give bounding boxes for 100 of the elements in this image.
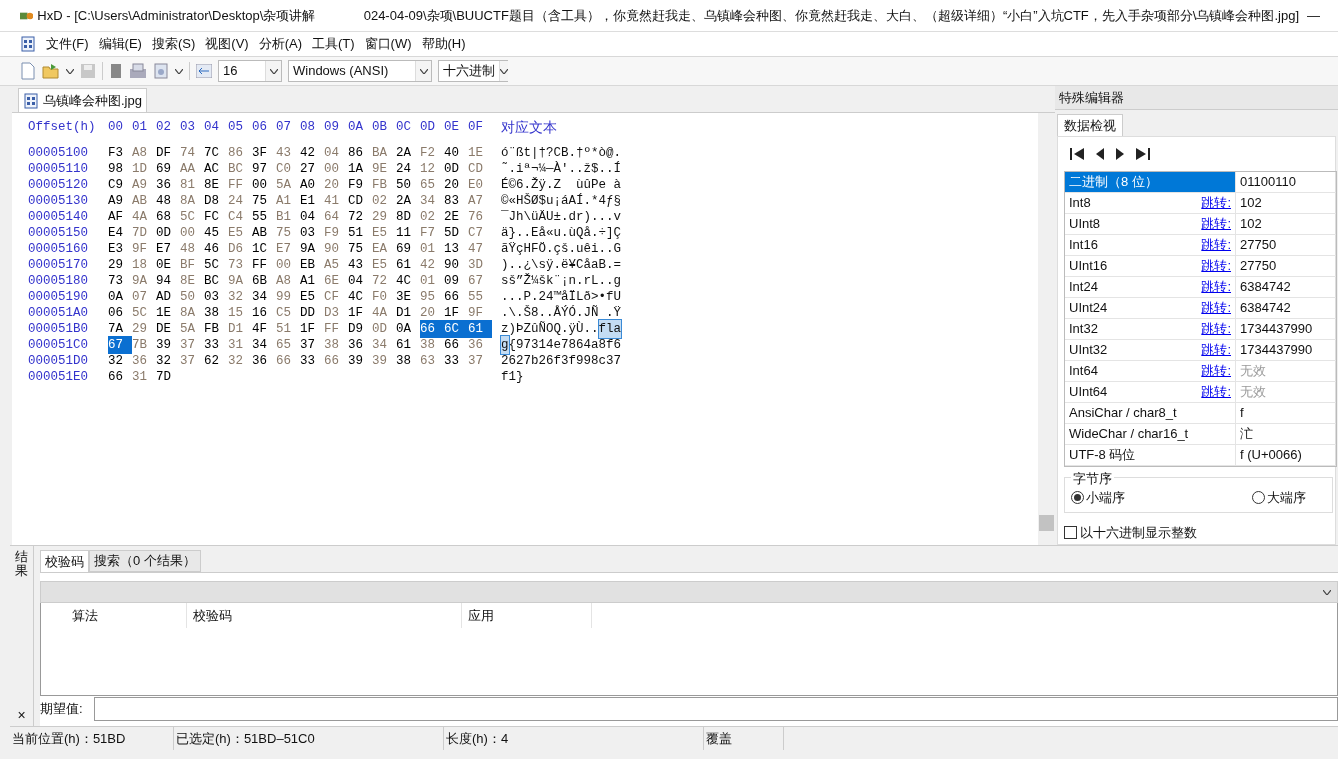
menu-item[interactable]: 窗口(W) [364,34,412,54]
jump-link[interactable]: 跳转: [1201,298,1231,318]
hex-byte: C9 [108,176,124,194]
close-button[interactable]: × [17,708,26,722]
jump-link[interactable]: 跳转: [1201,256,1231,276]
field-name[interactable]: UInt24 跳转: [1065,298,1236,318]
inspector-tab[interactable]: 数据检视 [1057,114,1123,136]
field-value: 1734437990 [1239,320,1314,339]
results-tab[interactable]: 校验码 [40,550,89,572]
radio-option[interactable]: 大端序 [1252,488,1306,508]
field-name[interactable]: Int16 跳转: [1065,235,1236,255]
field-name[interactable]: AnsiChar / char8_t [1065,403,1236,423]
scrollbar-thumb[interactable] [1039,515,1054,531]
dropdown[interactable]: Windows (ANSI) [288,60,432,82]
jump-link[interactable]: 跳转: [1201,214,1231,234]
column-header: 05 [228,118,244,136]
hex-byte: 5D [444,224,460,242]
hex-byte: D1 [396,304,412,322]
hex-byte: FB [372,176,388,194]
field-name[interactable]: UInt8 跳转: [1065,214,1236,234]
hex-byte: 38 [204,304,220,322]
hex-byte: 8D [396,208,412,226]
checkbox[interactable] [1064,525,1077,539]
file-tab[interactable]: 乌镇峰会种图.jpg [18,88,147,112]
hex-byte: 09 [444,272,460,290]
field-name[interactable]: Int32 跳转: [1065,319,1236,339]
column-header: 0E [444,118,460,136]
menu-item[interactable]: 工具(T) [312,34,355,54]
hex-byte: 03 [204,288,220,306]
hex-byte: 95 [420,288,436,306]
menu-item[interactable]: 文件(F) [46,34,89,54]
field-label: 期望值: [40,700,84,719]
last-icon[interactable] [1135,147,1150,161]
new-file-icon[interactable] [20,62,36,80]
jump-link[interactable]: 跳转: [1201,340,1231,360]
hex-byte: A8 [276,272,292,290]
menu-item[interactable]: 视图(V) [205,34,249,54]
menu-item[interactable]: 帮助(H) [421,34,466,54]
field-value: 6384742 [1239,278,1292,297]
minimize-button[interactable]: — [1299,5,1328,26]
hex-byte: 1A [348,160,364,178]
hex-byte: D9 [348,320,364,338]
hex-byte: 90 [444,256,460,274]
jump-link[interactable]: 跳转: [1201,193,1231,213]
column-header: 09 [324,118,340,136]
field-name[interactable]: UInt16 跳转: [1065,256,1236,276]
column-header[interactable]: 应用 [462,603,592,628]
hex-byte: 55 [252,208,268,226]
open-folder-icon[interactable] [42,63,60,79]
field-name[interactable]: Int8 跳转: [1065,193,1236,213]
menu-item[interactable]: 分析(A) [258,34,302,54]
hex-byte: C7 [468,224,484,242]
arrows-icon[interactable] [196,64,212,78]
field-value: 1734437990 [1239,341,1314,360]
hex-byte: DE [156,320,172,338]
field-name[interactable]: 二进制（8 位） [1065,172,1236,192]
side-tab[interactable]: 结果 [15,550,28,579]
field-name[interactable]: UInt64 跳转: [1065,382,1236,402]
previous-icon[interactable] [1095,147,1105,161]
hex-byte: 34 [252,288,268,306]
field-name[interactable]: Int24 跳转: [1065,277,1236,297]
results-tab[interactable]: 搜索（0 个结果） [89,550,201,572]
menu-item[interactable]: 编辑(E) [98,34,142,54]
hex-byte: 6E [324,272,340,290]
radio-option[interactable]: 小端序 [1071,488,1125,508]
jump-link[interactable]: 跳转: [1201,319,1231,339]
field-name[interactable]: Int64 跳转: [1065,361,1236,381]
expected-value-field[interactable] [94,697,1338,721]
hex-byte: BC [204,272,220,290]
hex-byte: 1F [348,304,364,322]
hex-byte: 8A [180,304,196,322]
caret-icon [419,68,428,74]
column-header[interactable]: 算法 [66,603,187,628]
hex-byte: 04 [348,272,364,290]
field-name[interactable]: WideChar / char16_t [1065,424,1236,444]
column-header[interactable]: 校验码 [187,603,462,628]
jump-link[interactable]: 跳转: [1201,235,1231,255]
hex-byte: F9 [324,224,340,242]
hex-byte: FF [324,320,340,338]
field-name[interactable]: UTF-8 码位 [1065,445,1236,465]
menu-item[interactable]: 搜索(S) [151,34,196,54]
jump-link[interactable]: 跳转: [1201,361,1231,381]
scrollbar[interactable] [1038,113,1055,545]
hex-byte: 12 [420,160,436,178]
document-icon[interactable] [153,63,169,79]
disk-icon[interactable] [129,63,147,79]
hex-byte: FF [252,256,268,274]
hex-byte: 9A [300,240,316,258]
hex-byte: 5C [132,304,148,322]
dropdown[interactable]: 十六进制 [438,60,508,82]
jump-link[interactable]: 跳转: [1201,277,1231,297]
hex-byte: 37 [180,352,196,370]
first-icon[interactable] [1070,147,1085,161]
checkbox-option[interactable]: 以十六进制显示整数 [1064,522,1335,542]
hex-byte: 86 [228,144,244,162]
dropdown[interactable]: 16 [218,60,282,82]
column-header: 0F [468,118,484,136]
field-name[interactable]: UInt32 跳转: [1065,340,1236,360]
jump-link[interactable]: 跳转: [1201,382,1231,402]
next-icon[interactable] [1115,147,1125,161]
